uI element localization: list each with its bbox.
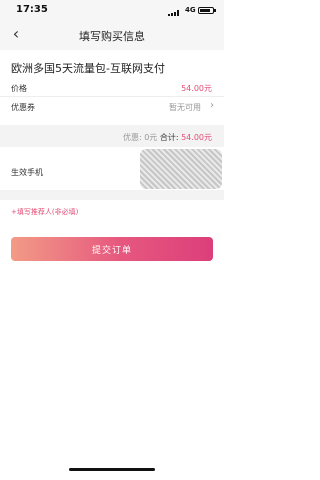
chevron-right-icon: › (210, 100, 214, 111)
add-referrer-link[interactable]: +填写推荐人(非必填) (11, 207, 78, 217)
price-label: 价格 (11, 84, 27, 93)
phone-label: 生效手机 (11, 168, 43, 177)
page-title: 填写购买信息 (79, 30, 145, 43)
redacted-phone-scribble (140, 149, 222, 189)
status-time: 17:35 (16, 4, 48, 15)
discount-text: 优惠: 0元 (122, 133, 158, 142)
total-label: 合计: (159, 133, 179, 142)
divider (0, 96, 224, 97)
phone-row[interactable]: 生效手机 (0, 147, 224, 190)
submit-order-button[interactable]: 提交订单 (11, 237, 213, 261)
coupon-label: 优惠券 (11, 103, 35, 112)
signal-icon (168, 10, 182, 16)
section-gap (0, 190, 224, 200)
network-type: 4G (185, 6, 196, 14)
home-indicator (69, 468, 155, 471)
product-name: 欧洲多国5天流量包-互联网支付 (11, 62, 165, 75)
total-value: 54.00元 (181, 133, 212, 142)
price-value: 54.00元 (181, 84, 212, 93)
status-bar: 17:35 4G (0, 0, 224, 20)
coupon-value: 暂无可用 (169, 103, 201, 112)
nav-bar: ‹ 填写购买信息 (0, 20, 224, 50)
battery-icon (198, 7, 216, 14)
order-summary: 优惠: 0元 合计: 54.00元 (0, 125, 224, 147)
